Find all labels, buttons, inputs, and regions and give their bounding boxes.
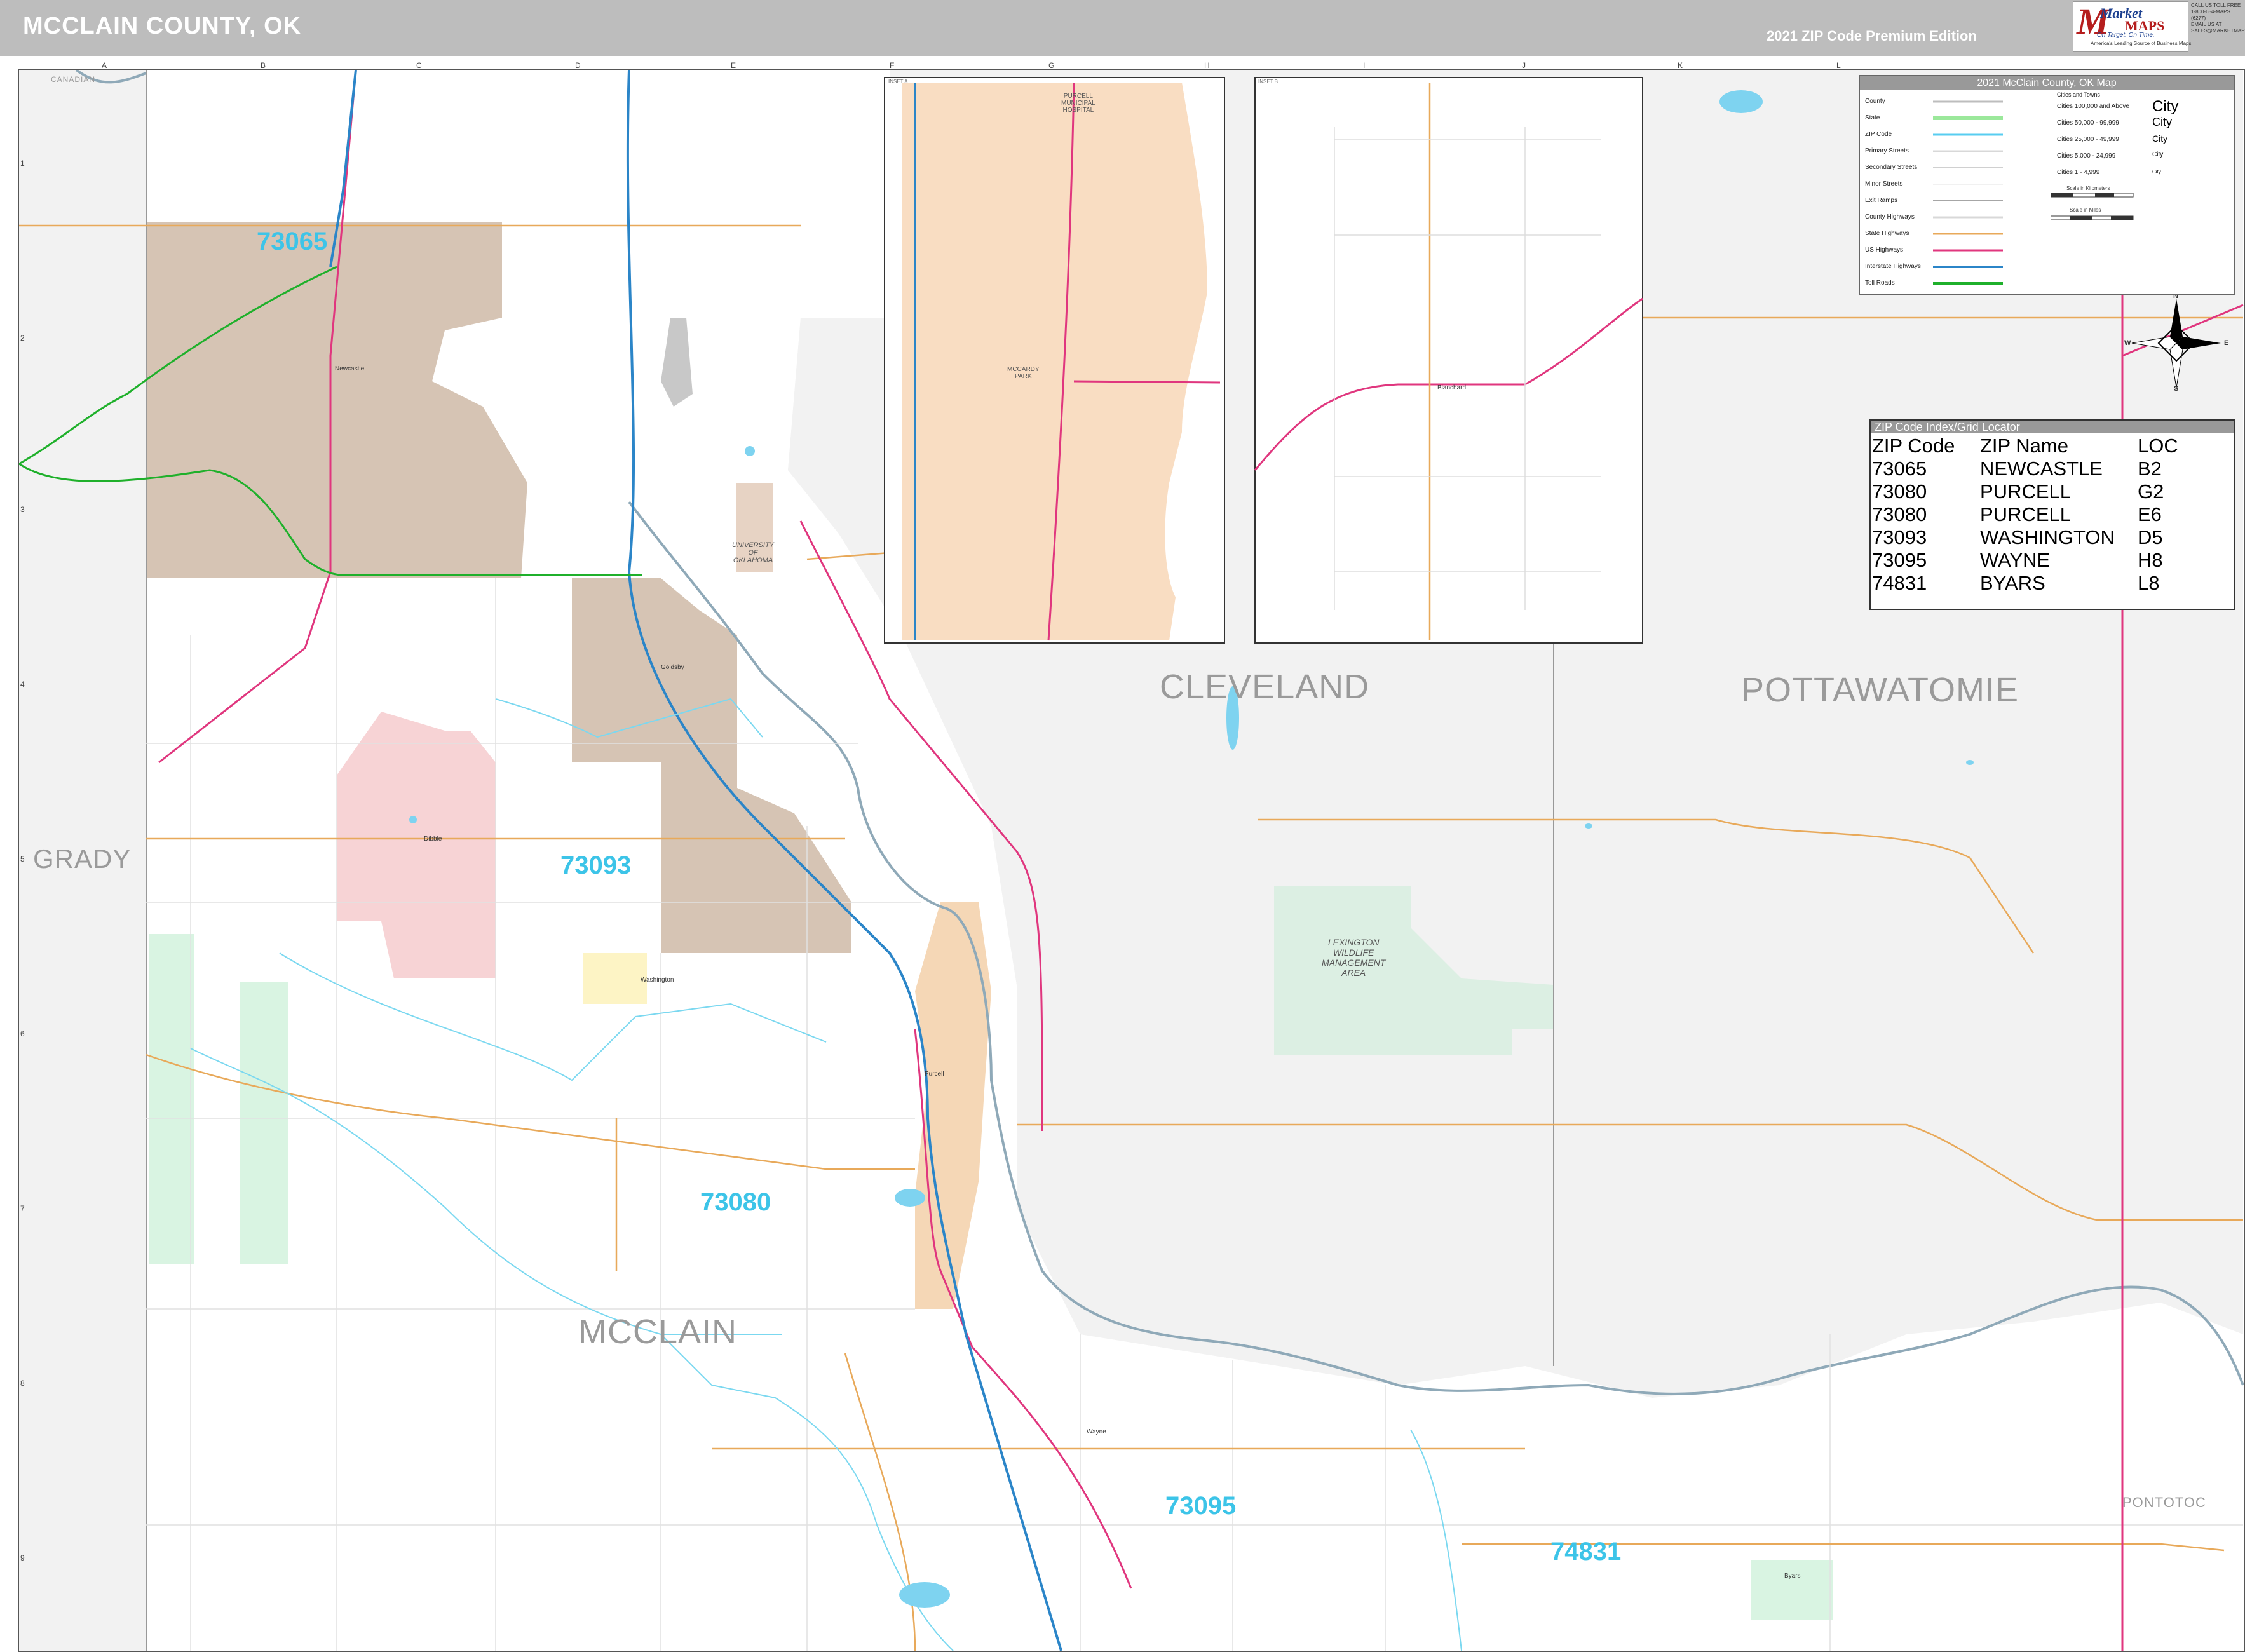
map-border — [18, 69, 2245, 1652]
